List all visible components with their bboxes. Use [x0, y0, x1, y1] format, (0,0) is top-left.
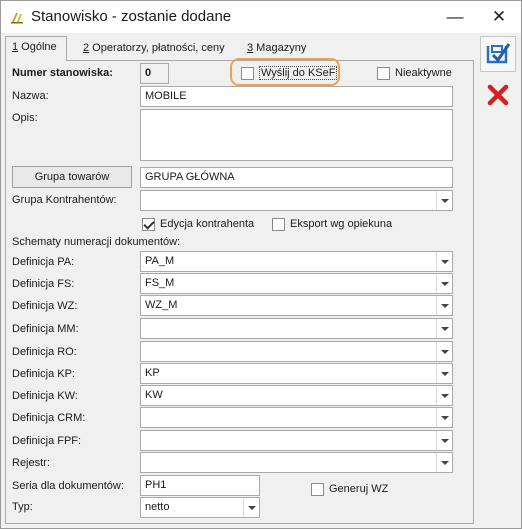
generuj-wz-checkbox[interactable]: Generuj WZ: [311, 481, 388, 497]
tab-operatorzy[interactable]: 2 Operatorzy, płatności, ceny: [77, 38, 231, 60]
definicja-pa-value: PA_M: [145, 255, 175, 267]
definicja-fpf-label: Definicja FPF:: [12, 435, 82, 447]
definicja-fpf-select[interactable]: [140, 430, 453, 451]
tab-strip: 1 Ogólne 2 Operatorzy, płatności, ceny 3…: [5, 33, 474, 61]
typ-select[interactable]: netto: [140, 497, 260, 518]
chevron-down-icon[interactable]: [436, 431, 452, 450]
definicja-ro-label: Definicja RO:: [12, 346, 77, 358]
definicja-wz-value: WZ_M: [145, 299, 178, 311]
app-icon: [10, 10, 24, 24]
definicja-pa-label: Definicja PA:: [12, 256, 75, 268]
definicja-kw-label: Definicja KW:: [12, 390, 78, 402]
definicja-pa-select[interactable]: PA_M: [140, 251, 453, 272]
definicja-kp-label: Definicja KP:: [12, 368, 75, 380]
definicja-wz-label: Definicja WZ:: [12, 300, 78, 312]
chevron-down-icon[interactable]: [436, 296, 452, 315]
save-button[interactable]: [480, 36, 516, 72]
eksport-wg-opiekuna-label: Eksport wg opiekuna: [290, 218, 393, 230]
opis-label: Opis:: [12, 112, 38, 124]
grupa-kontrahentow-label: Grupa Kontrahentów:: [12, 194, 117, 206]
definicja-fs-label: Definicja FS:: [12, 278, 75, 290]
definicja-crm-select[interactable]: [140, 407, 453, 428]
tab-ogolne[interactable]: 1 Ogólne: [5, 36, 67, 61]
eksport-wg-opiekuna-box[interactable]: [272, 217, 285, 231]
definicja-ro-select[interactable]: [140, 341, 453, 362]
title-bar: Stanowisko - zostanie dodane — ✕: [1, 1, 521, 33]
generuj-wz-label: Generuj WZ: [329, 483, 389, 495]
minimize-button[interactable]: —: [433, 1, 477, 32]
typ-value: netto: [145, 501, 170, 513]
chevron-down-icon[interactable]: [436, 453, 452, 472]
definicja-crm-label: Definicja CRM:: [12, 412, 86, 424]
wyslij-do-ksef-box[interactable]: [241, 66, 254, 80]
grupa-kontrahentow-select[interactable]: [140, 190, 453, 211]
save-check-icon: [486, 43, 511, 64]
nieaktywne-label: Nieaktywne: [395, 67, 452, 79]
chevron-down-icon[interactable]: [436, 386, 452, 405]
wyslij-do-ksef-label: Wyślij do KSeF: [259, 66, 338, 80]
grupa-towarow-field[interactable]: GRUPA GŁÓWNA: [140, 167, 453, 188]
numer-stanowiska-label: Numer stanowiska:: [12, 67, 113, 79]
dialog-window: Stanowisko - zostanie dodane — ✕ 1 Ogóln…: [0, 0, 522, 529]
opis-textarea[interactable]: [140, 109, 453, 161]
window-title: Stanowisko - zostanie dodane: [31, 8, 232, 25]
nieaktywne-box[interactable]: [377, 66, 390, 80]
definicja-fs-value: FS_M: [145, 277, 175, 289]
seria-input[interactable]: PH1: [140, 475, 260, 496]
chevron-down-icon[interactable]: [436, 408, 452, 427]
grupa-towarow-button[interactable]: Grupa towarów: [12, 166, 132, 188]
seria-label: Seria dla dokumentów:: [12, 480, 124, 492]
definicja-fs-select[interactable]: FS_M: [140, 273, 453, 294]
chevron-down-icon[interactable]: [436, 191, 452, 210]
definicja-kw-value: KW: [145, 389, 163, 401]
nazwa-label: Nazwa:: [12, 90, 49, 102]
wyslij-do-ksef-checkbox[interactable]: Wyślij do KSeF: [241, 65, 338, 81]
chevron-down-icon[interactable]: [436, 319, 452, 338]
typ-label: Typ:: [12, 501, 33, 513]
minimize-icon: —: [446, 6, 464, 26]
eksport-wg-opiekuna-checkbox[interactable]: Eksport wg opiekuna: [272, 216, 392, 232]
side-toolbar: [478, 34, 518, 114]
definicja-mm-select[interactable]: [140, 318, 453, 339]
chevron-down-icon[interactable]: [436, 364, 452, 383]
close-button[interactable]: ✕: [477, 1, 521, 32]
chevron-down-icon[interactable]: [436, 252, 452, 271]
cancel-button[interactable]: [480, 77, 516, 113]
rejestr-select[interactable]: [140, 452, 453, 473]
rejestr-label: Rejestr:: [12, 457, 50, 469]
definicja-wz-select[interactable]: WZ_M: [140, 295, 453, 316]
tab-magazyny[interactable]: 3 Magazyny: [241, 38, 312, 60]
chevron-down-icon[interactable]: [436, 342, 452, 361]
edycja-kontrahenta-box[interactable]: [142, 217, 155, 231]
definicja-kw-select[interactable]: KW: [140, 385, 453, 406]
edycja-kontrahenta-checkbox[interactable]: Edycja kontrahenta: [142, 216, 254, 232]
close-icon: ✕: [491, 6, 507, 26]
definicja-mm-label: Definicja MM:: [12, 323, 79, 335]
schematy-numeracji-heading: Schematy numeracji dokumentów:: [12, 236, 181, 248]
chevron-down-icon[interactable]: [243, 498, 259, 517]
generuj-wz-box[interactable]: [311, 482, 324, 496]
numer-stanowiska-field: 0: [140, 63, 169, 84]
nieaktywne-checkbox[interactable]: Nieaktywne: [377, 65, 452, 81]
edycja-kontrahenta-label: Edycja kontrahenta: [160, 218, 255, 230]
nazwa-input[interactable]: MOBILE: [140, 86, 453, 107]
chevron-down-icon[interactable]: [436, 274, 452, 293]
red-x-icon: [487, 84, 509, 106]
definicja-kp-select[interactable]: KP: [140, 363, 453, 384]
definicja-kp-value: KP: [145, 367, 160, 379]
